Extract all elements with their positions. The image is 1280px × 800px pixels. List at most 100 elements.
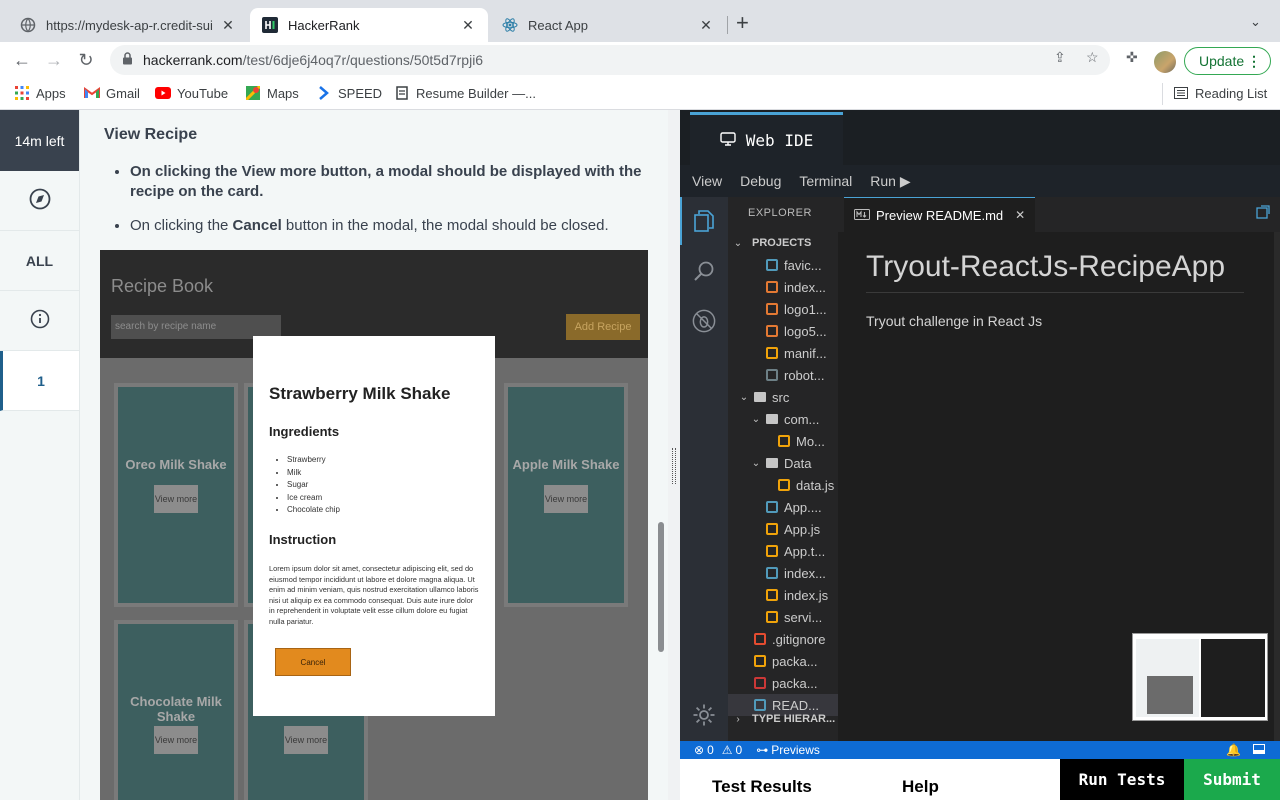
menu-terminal[interactable]: Terminal: [787, 173, 858, 189]
folder-row[interactable]: ⌄ com...: [728, 408, 838, 430]
file-row[interactable]: packa...: [728, 650, 838, 672]
file-type-icon: [766, 523, 778, 535]
new-tab-plus-icon[interactable]: +: [736, 12, 749, 34]
bookmark-maps[interactable]: Maps: [245, 85, 299, 101]
bookmark-resume-builder[interactable]: Resume Builder —...: [394, 85, 536, 101]
file-row[interactable]: favic...: [728, 254, 838, 276]
bookmark-label: Resume Builder —...: [416, 85, 536, 101]
file-row[interactable]: App.t...: [728, 540, 838, 562]
add-recipe-button: Add Recipe: [566, 314, 640, 340]
profile-avatar[interactable]: [1154, 51, 1176, 73]
address-bar[interactable]: hackerrank.com/test/6dje6j4oq7r/question…: [110, 45, 1110, 75]
submit-button[interactable]: Submit: [1184, 759, 1280, 800]
reading-list-button[interactable]: Reading List: [1173, 85, 1267, 101]
bookmark-apps[interactable]: Apps: [14, 85, 66, 101]
projects-section-header[interactable]: ⌄ PROJECTS: [728, 232, 838, 254]
compass-nav-button[interactable]: [0, 171, 79, 231]
file-row[interactable]: data.js: [728, 474, 838, 496]
panel-toggle-icon[interactable]: [1253, 744, 1265, 754]
drag-handle-icon[interactable]: [672, 448, 676, 484]
file-type-icon: [766, 501, 778, 513]
folder-row[interactable]: ⌄ src: [728, 386, 838, 408]
forward-arrow-icon[interactable]: →: [42, 49, 66, 71]
file-row[interactable]: App.js: [728, 518, 838, 540]
file-type-icon: [766, 325, 778, 337]
warning-count[interactable]: 0: [736, 743, 743, 757]
file-name: src: [772, 389, 790, 405]
test-results-tab[interactable]: Test Results: [712, 777, 812, 797]
file-row[interactable]: App....: [728, 496, 838, 518]
editor-tab-readme-preview[interactable]: Preview README.md ✕: [844, 197, 1036, 232]
search-icon[interactable]: [692, 259, 716, 283]
bookmark-gmail[interactable]: Gmail: [84, 85, 140, 101]
close-icon[interactable]: ✕: [698, 17, 714, 34]
update-button[interactable]: Update ⋮: [1184, 47, 1271, 75]
file-row[interactable]: logo1...: [728, 298, 838, 320]
extensions-puzzle-icon[interactable]: ✜: [1126, 49, 1138, 66]
question-scrollbar[interactable]: [658, 522, 664, 652]
bookmark-star-icon[interactable]: ☆: [1086, 49, 1099, 66]
reload-icon[interactable]: ↻: [74, 49, 98, 71]
menu-view[interactable]: View: [680, 173, 728, 189]
react-logo-icon: [502, 17, 518, 33]
recipe-card-title: Apple Milk Shake: [512, 457, 620, 472]
error-count[interactable]: 0: [707, 743, 714, 757]
close-icon[interactable]: ✕: [460, 17, 476, 34]
browser-tab-react-app[interactable]: React App ✕: [490, 8, 726, 42]
back-arrow-icon[interactable]: ←: [10, 49, 34, 71]
type-hierarchy-section-header[interactable]: › TYPE HIERAR...: [728, 708, 838, 730]
file-row[interactable]: logo5...: [728, 320, 838, 342]
file-row[interactable]: index...: [728, 562, 838, 584]
file-row[interactable]: .gitignore: [728, 628, 838, 650]
help-tab[interactable]: Help: [902, 777, 939, 797]
chevron-down-icon: ⌄: [739, 391, 749, 403]
info-icon: [30, 309, 50, 332]
bookmark-youtube[interactable]: YouTube: [155, 85, 228, 101]
folder-icon: [766, 458, 778, 468]
open-preview-side-icon[interactable]: [1256, 205, 1270, 224]
folder-row[interactable]: ⌄ Data: [728, 452, 838, 474]
file-row[interactable]: packa...: [728, 672, 838, 694]
file-row[interactable]: manif...: [728, 342, 838, 364]
close-icon[interactable]: ✕: [1015, 208, 1025, 222]
bell-icon[interactable]: 🔔: [1226, 743, 1241, 757]
editor-scrollbar[interactable]: [1274, 232, 1280, 741]
file-name: Mo...: [796, 433, 825, 449]
browser-tab-hackerrank[interactable]: HackerRank ✕: [250, 8, 488, 42]
browser-tab-credit-suisse[interactable]: https://mydesk-ap-r.credit-sui ✕: [8, 8, 248, 42]
debug-icon[interactable]: [692, 309, 716, 333]
requirements-list: On clicking the View more button, a moda…: [130, 162, 650, 250]
file-name: favic...: [784, 257, 822, 273]
activity-bar: [680, 197, 728, 741]
close-icon[interactable]: ✕: [220, 17, 236, 34]
all-questions-tab[interactable]: ALL: [0, 231, 79, 291]
info-nav-button[interactable]: [0, 291, 79, 351]
file-row[interactable]: servi...: [728, 606, 838, 628]
bookmark-label: Gmail: [106, 85, 140, 101]
screen-preview-thumbnail[interactable]: [1132, 633, 1268, 721]
settings-gear-icon[interactable]: [692, 703, 716, 727]
tab-search-chevron-icon[interactable]: ⌄: [1250, 14, 1261, 30]
previews-status[interactable]: Previews: [771, 743, 820, 757]
files-explorer-icon[interactable]: [692, 209, 716, 233]
ingredient-item: Milk: [287, 467, 340, 480]
menu-debug[interactable]: Debug: [728, 173, 787, 189]
editor-tab-bar: Preview README.md ✕: [838, 197, 1280, 232]
ingredient-item: Ice cream: [287, 492, 340, 505]
file-row[interactable]: robot...: [728, 364, 838, 386]
question-1-tab[interactable]: 1: [0, 351, 79, 411]
question-heading: View Recipe: [104, 126, 198, 143]
projects-label: PROJECTS: [752, 237, 812, 249]
file-name: App.js: [784, 521, 821, 537]
file-name: logo5...: [784, 323, 827, 339]
web-ide-tab[interactable]: Web IDE: [690, 112, 843, 165]
readme-body: Tryout challenge in React Js: [866, 313, 1043, 329]
menu-run[interactable]: Run ▶: [858, 173, 916, 190]
run-tests-button[interactable]: Run Tests: [1060, 759, 1184, 800]
file-row[interactable]: index.js: [728, 584, 838, 606]
file-row[interactable]: Mo...: [728, 430, 838, 452]
share-icon[interactable]: ⇪: [1054, 49, 1066, 66]
file-row[interactable]: index...: [728, 276, 838, 298]
link-icon: ⊶: [756, 743, 769, 757]
bookmark-speed[interactable]: SPEED: [316, 85, 382, 101]
